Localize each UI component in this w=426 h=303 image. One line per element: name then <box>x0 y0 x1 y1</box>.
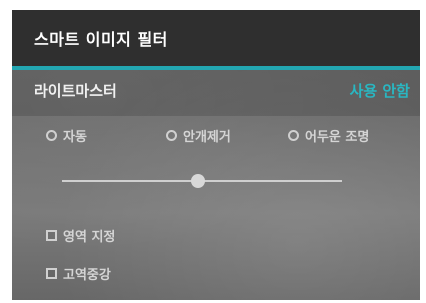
smart-image-filter-panel: 스마트 이미지 필터 라이트마스터 사용 안함 자동 안개제거 어두운 조명 영… <box>12 10 420 300</box>
status-toggle[interactable]: 사용 안함 <box>350 80 410 101</box>
section-title: 라이트마스터 <box>34 82 117 100</box>
radio-label: 자동 <box>63 130 87 145</box>
radio-auto[interactable]: 자동 <box>46 126 87 145</box>
window-title: 스마트 이미지 필터 <box>34 30 168 49</box>
radio-circle-icon <box>166 130 177 141</box>
checkbox-icon <box>46 230 57 241</box>
radio-dehaze[interactable]: 안개제거 <box>166 126 231 145</box>
title-bar: 스마트 이미지 필터 <box>12 10 420 66</box>
radio-low-light[interactable]: 어두운 조명 <box>288 126 369 145</box>
checkbox-label: 영역 지정 <box>63 230 116 245</box>
checkbox-high-freq[interactable]: 고역중강 <box>46 264 111 283</box>
radio-label: 안개제거 <box>183 130 231 145</box>
radio-circle-icon <box>46 130 57 141</box>
checkbox-label: 고역중강 <box>63 268 111 283</box>
radio-circle-icon <box>288 130 299 141</box>
slider-thumb[interactable] <box>191 174 205 188</box>
radio-label: 어두운 조명 <box>305 130 370 145</box>
checkbox-icon <box>46 268 57 279</box>
checkbox-region[interactable]: 영역 지정 <box>46 226 115 245</box>
